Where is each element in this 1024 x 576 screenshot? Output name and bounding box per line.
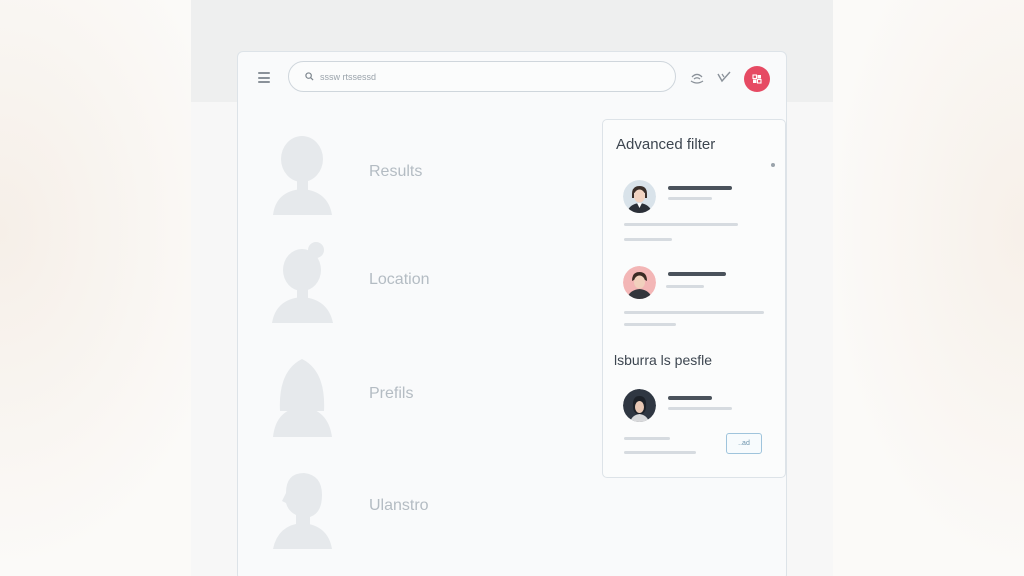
advanced-filter-panel: Advanced filter lsburra ls pesfle ..ad: [602, 119, 786, 478]
list-item-label: Results: [369, 163, 423, 180]
detail-bar: [624, 323, 676, 326]
subtitle-bar: [668, 407, 732, 410]
top-bar: [238, 52, 786, 106]
search-input[interactable]: [320, 71, 640, 82]
search-bar[interactable]: [288, 61, 676, 92]
detail-bar: [624, 451, 696, 454]
profile-card[interactable]: [603, 266, 787, 336]
background-glow-right: [824, 0, 1024, 576]
list-item[interactable]: Results: [268, 127, 528, 217]
detail-bar: [624, 238, 672, 241]
filter-panel-title: Advanced filter: [616, 136, 716, 153]
list-item-label: Location: [369, 271, 430, 288]
name-bar: [668, 186, 732, 190]
hamburger-menu-icon[interactable]: [258, 72, 270, 83]
person-silhouette-icon: [273, 136, 332, 215]
subtitle-bar: [666, 285, 704, 288]
apply-button[interactable]: ..ad: [726, 433, 762, 454]
person-silhouette-icon: [272, 242, 333, 323]
list-item[interactable]: Ulanstro: [268, 461, 528, 551]
avatar: [623, 180, 656, 213]
person-silhouette-icon: [273, 473, 332, 549]
section-title: lsburra ls pesfle: [614, 352, 713, 368]
wifi-hand-icon[interactable]: [690, 72, 704, 84]
subtitle-bar: [668, 197, 712, 200]
name-bar: [668, 396, 712, 400]
profile-button[interactable]: [744, 66, 770, 92]
detail-bar: [624, 437, 670, 440]
profile-icon: [752, 74, 762, 84]
detail-bar: [624, 223, 738, 226]
list-item-label: Prefils: [369, 385, 414, 402]
list-item[interactable]: Location: [268, 235, 528, 325]
more-dot-icon[interactable]: [771, 163, 775, 167]
detail-bar: [624, 311, 764, 314]
search-icon: [305, 72, 314, 81]
checkmark-icon[interactable]: [717, 71, 731, 83]
list-item-label: Ulanstro: [369, 497, 429, 514]
list-item[interactable]: Prefils: [268, 349, 528, 439]
person-silhouette-icon: [273, 359, 332, 437]
avatar: [623, 389, 656, 422]
avatar: [623, 266, 656, 299]
name-bar: [668, 272, 726, 276]
profile-card[interactable]: [603, 178, 787, 248]
